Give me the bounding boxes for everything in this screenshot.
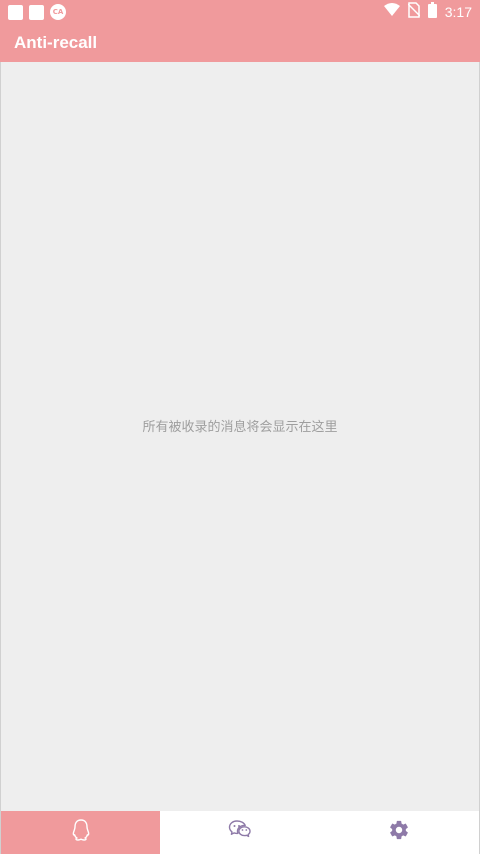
app-bar: Anti-recall <box>0 24 480 62</box>
empty-state-message: 所有被收录的消息将会显示在这里 <box>142 420 338 435</box>
status-time: 3:17 <box>444 4 472 20</box>
qq-penguin-icon <box>69 818 93 847</box>
wifi-icon <box>383 2 400 22</box>
tab-settings[interactable] <box>320 811 479 854</box>
battery-icon <box>427 1 437 23</box>
settings-gear-icon <box>388 819 410 846</box>
wechat-icon <box>228 819 252 846</box>
message-list[interactable]: 所有被收录的消息将会显示在这里 <box>0 62 480 811</box>
bottom-navigation <box>0 811 480 854</box>
notification-icons: CA <box>8 3 66 21</box>
tab-wechat[interactable] <box>160 811 319 854</box>
notification-square-icon <box>8 4 23 20</box>
status-bar: CA 3:17 <box>0 0 480 24</box>
ca-app-icon: CA <box>50 4 66 20</box>
no-sim-icon <box>407 1 421 23</box>
tab-qq[interactable] <box>1 811 161 854</box>
app-title: Anti-recall <box>14 33 98 52</box>
notification-square-icon <box>29 4 44 20</box>
system-icons: 3:17 <box>383 1 472 23</box>
